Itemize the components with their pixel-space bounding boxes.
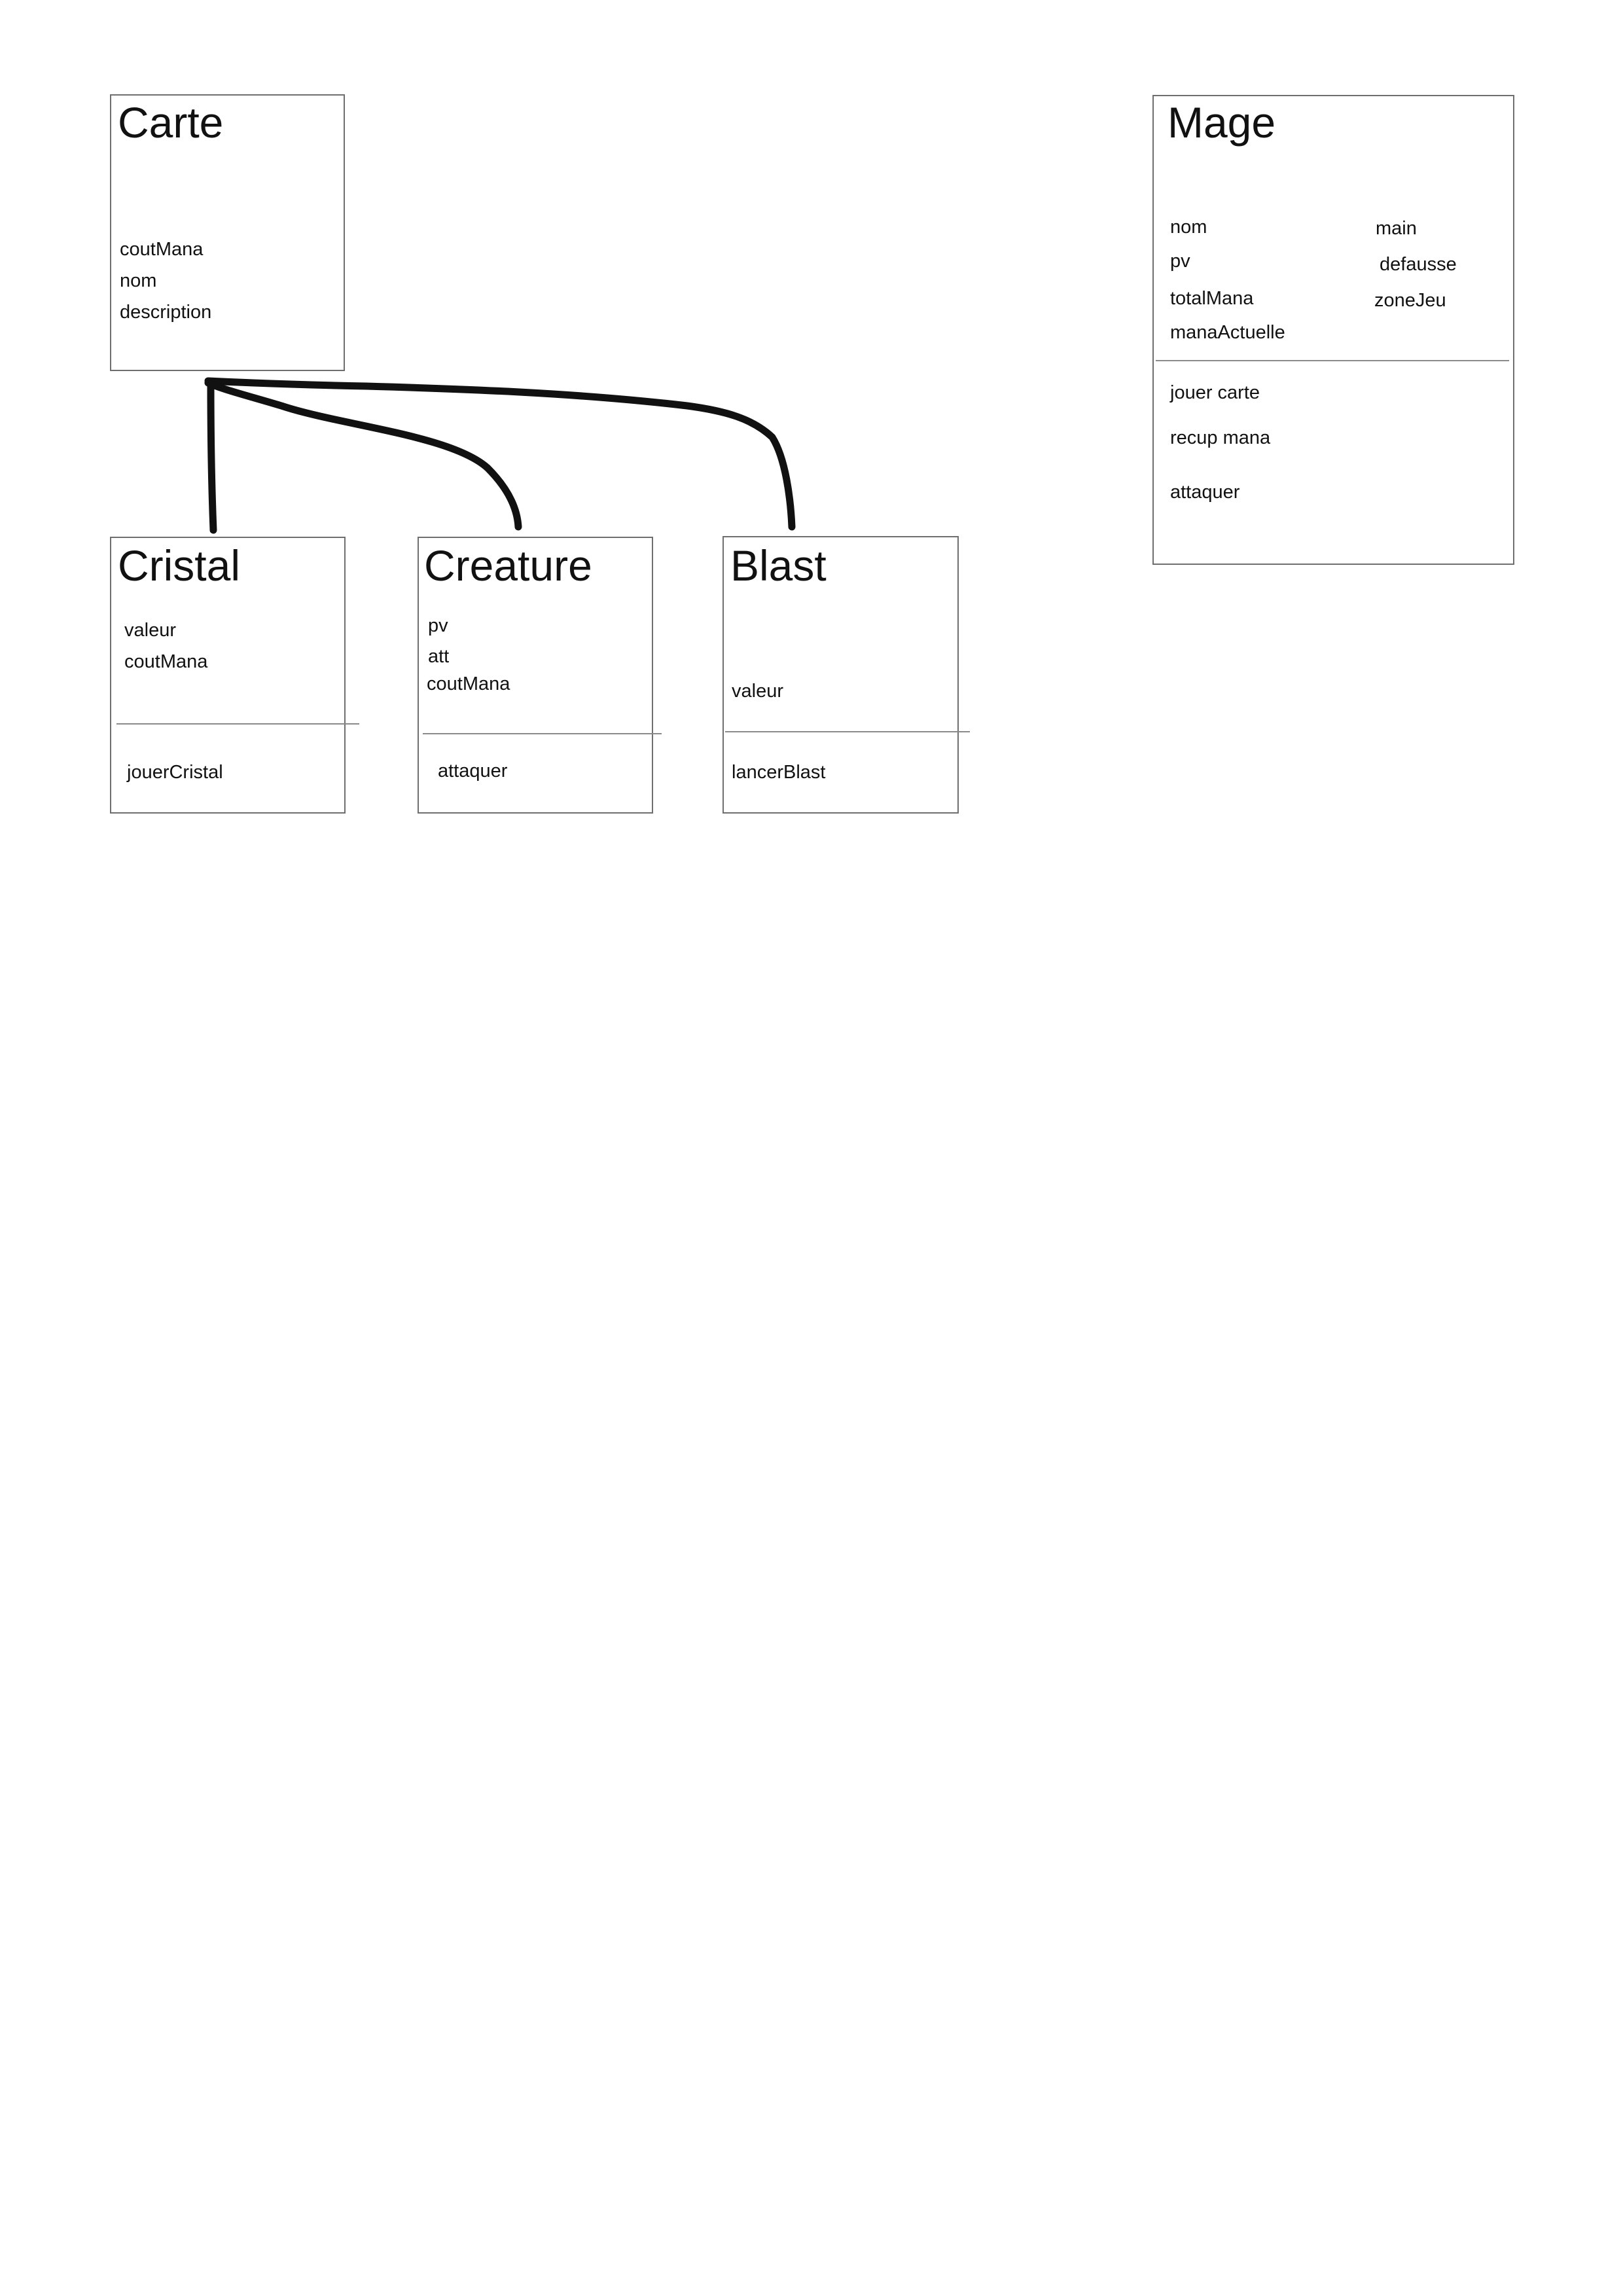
class-creature-attr-att: att (428, 646, 450, 667)
class-mage-attr-pv: pv (1170, 251, 1190, 272)
class-creature-title: Creature (424, 541, 592, 590)
class-mage-attr-zonejeu: zoneJeu (1374, 290, 1446, 311)
class-mage-attr-nom: nom (1170, 217, 1207, 238)
class-mage-attr-manaactuelle: manaActuelle (1170, 322, 1285, 343)
class-cristal-attr-valeur: valeur (124, 620, 176, 641)
connector-blast-carte (204, 377, 796, 531)
class-carte-attr-nom: nom (120, 270, 157, 291)
connector-cristal-carte (207, 379, 217, 534)
class-cristal-title: Cristal (118, 541, 241, 590)
class-creature-attr-pv: pv (428, 615, 448, 636)
class-blast-title: Blast (730, 541, 827, 590)
class-mage-attr-totalmana: totalMana (1170, 288, 1254, 309)
class-carte-attr-description: description (120, 302, 212, 323)
class-mage-title: Mage (1168, 98, 1276, 147)
class-cristal-method-jouercristal: jouerCristal (127, 762, 223, 783)
class-cristal-attr-coutmana: coutMana (124, 651, 208, 672)
class-mage-method-jouer-carte: jouer carte (1170, 382, 1260, 403)
connector-creature-carte (204, 379, 522, 531)
class-carte-attr-coutmana: coutMana (120, 239, 204, 260)
class-mage-method-attaquer: attaquer (1170, 482, 1240, 503)
class-mage-attr-main: main (1376, 218, 1417, 239)
class-cristal-divider (116, 723, 359, 725)
class-blast-attr-valeur: valeur (732, 681, 783, 702)
class-creature-method-attaquer: attaquer (438, 761, 508, 781)
class-blast-method-lancerblast: lancerBlast (732, 762, 826, 783)
class-mage-attr-defausse: defausse (1380, 254, 1457, 275)
class-mage-divider (1156, 360, 1509, 361)
class-blast-divider (725, 731, 970, 732)
class-mage-method-recup-mana: recup mana (1170, 427, 1271, 448)
class-carte-title: Carte (118, 98, 224, 147)
class-creature-divider (423, 733, 662, 734)
class-creature-attr-coutmana: coutMana (427, 673, 510, 694)
